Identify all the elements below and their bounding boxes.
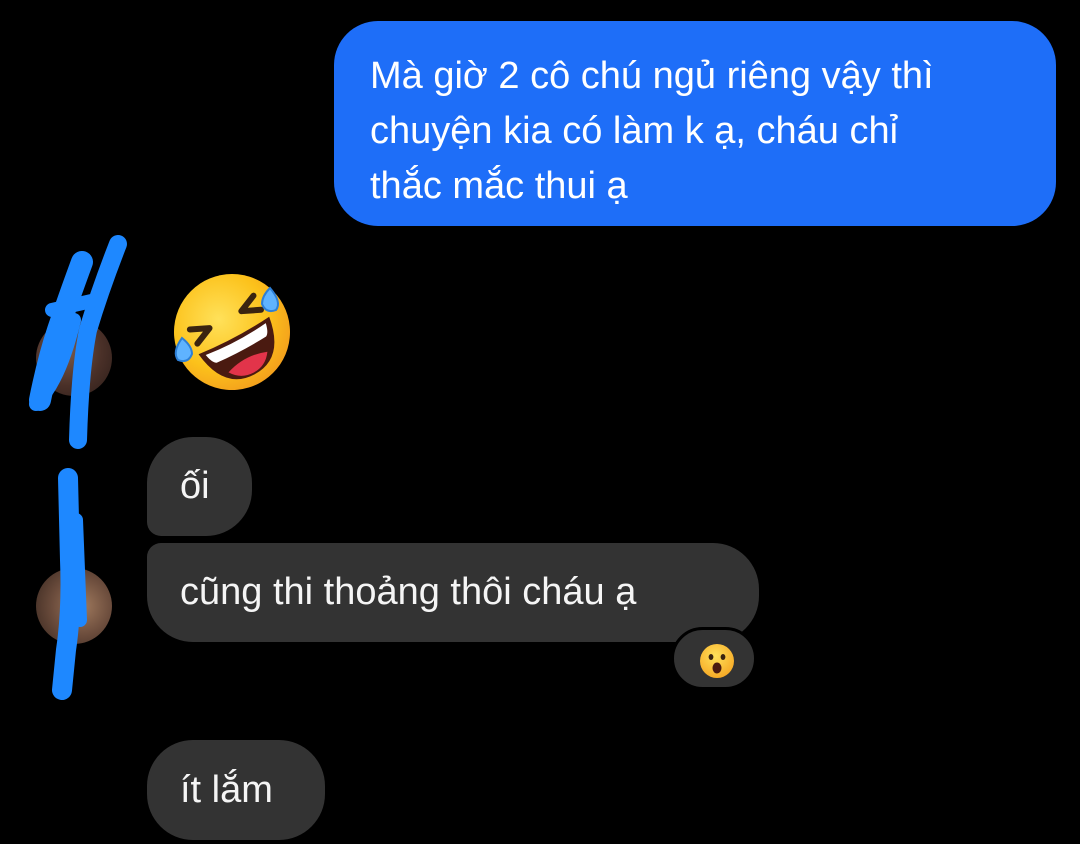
incoming-message-text: cũng thi thoảng thôi cháu ạ	[180, 571, 637, 613]
rolling-on-floor-laughing-emoji[interactable]	[166, 266, 296, 396]
astonished-face-emoji	[700, 644, 734, 678]
outgoing-message-line-1: Mà giờ 2 cô chú ngủ riêng vậy thì	[370, 55, 934, 97]
incoming-message-text: ít lắm	[180, 769, 273, 811]
message-reaction-badge[interactable]	[671, 627, 757, 690]
incoming-message-bubble[interactable]: cũng thi thoảng thôi cháu ạ	[147, 543, 759, 642]
chat-screen: Mà giờ 2 cô chú ngủ riêng vậy thì chuyện…	[0, 0, 1080, 844]
incoming-message-bubble[interactable]: ít lắm	[147, 740, 325, 840]
outgoing-message-line-3: thắc mắc thui ạ	[370, 165, 628, 207]
incoming-message-bubble[interactable]: ối	[147, 437, 252, 536]
incoming-message-text: ối	[180, 465, 210, 507]
contact-avatar[interactable]	[36, 320, 112, 396]
contact-avatar[interactable]	[36, 568, 112, 644]
outgoing-message-bubble[interactable]: Mà giờ 2 cô chú ngủ riêng vậy thì chuyện…	[334, 21, 1056, 226]
outgoing-message-line-2: chuyện kia có làm k ạ, cháu chỉ	[370, 110, 899, 152]
